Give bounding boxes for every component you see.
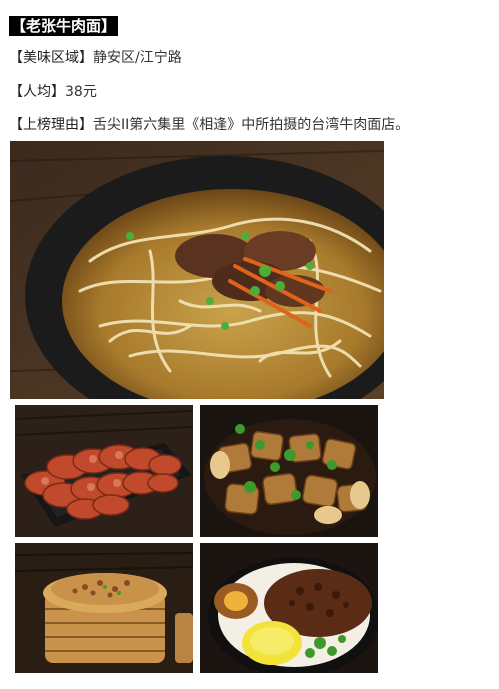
article-page: 【老张牛肉面】 【美味区域】静安区/江宁路 【人均】38元 【上榜理由】舌尖II… [0, 0, 499, 689]
price-value: 38元 [65, 84, 97, 100]
restaurant-title-text: 【老张牛肉面】 [9, 16, 119, 36]
reason-label: 【上榜理由】 [9, 117, 93, 133]
reason-line: 【上榜理由】舌尖II第六集里《相逢》中所拍摄的台湾牛肉面店。 [9, 115, 409, 135]
area-label: 【美味区域】 [9, 50, 93, 66]
braised-pork-rice-photo [200, 543, 378, 673]
reason-value: 舌尖II第六集里《相逢》中所拍摄的台湾牛肉面店。 [93, 117, 410, 133]
area-value: 静安区/江宁路 [93, 50, 182, 66]
price-label: 【人均】 [9, 84, 65, 100]
steamed-rice-photo [15, 543, 193, 673]
braised-tofu-photo [200, 405, 378, 537]
area-line: 【美味区域】静安区/江宁路 [9, 48, 182, 68]
price-line: 【人均】38元 [9, 82, 97, 102]
beef-noodle-photo [10, 141, 384, 399]
restaurant-title: 【老张牛肉面】 [9, 16, 119, 36]
sausage-photo [15, 405, 193, 537]
